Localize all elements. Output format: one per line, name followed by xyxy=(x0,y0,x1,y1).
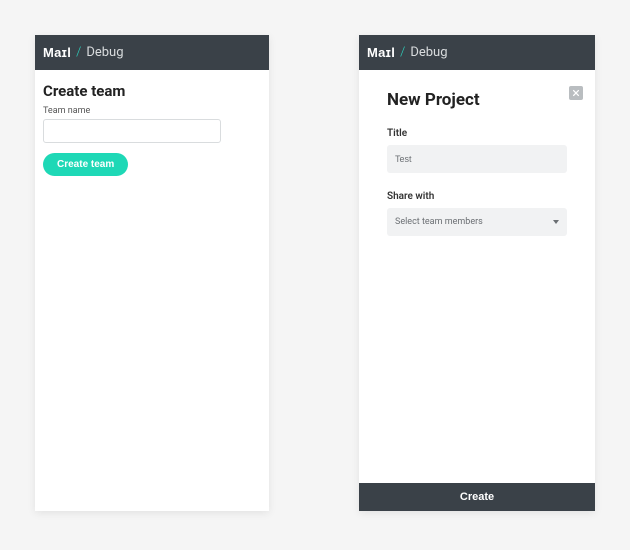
chevron-down-icon xyxy=(553,220,559,224)
new-project-content: New Project Title Share with Select team… xyxy=(359,70,595,483)
brand-separator: / xyxy=(76,45,81,60)
brand-name: Maɪl xyxy=(367,45,395,60)
dropdown-placeholder: Select team members xyxy=(395,217,483,227)
app-header: Maɪl / Debug xyxy=(35,35,269,70)
team-name-label: Team name xyxy=(43,106,261,116)
project-title-input[interactable] xyxy=(387,145,567,173)
brand-name: Maɪl xyxy=(43,45,71,60)
new-project-panel: Maɪl / Debug New Project Title Share wit… xyxy=(359,35,595,511)
brand-separator: / xyxy=(400,45,405,60)
brand-sub: Debug xyxy=(86,45,123,60)
app-header: Maɪl / Debug xyxy=(359,35,595,70)
brand-sub: Debug xyxy=(410,45,447,60)
create-project-button[interactable]: Create xyxy=(359,483,595,511)
share-label: Share with xyxy=(387,191,567,202)
close-icon xyxy=(572,89,580,97)
create-team-panel: Maɪl / Debug Create team Team name Creat… xyxy=(35,35,269,511)
team-name-input[interactable] xyxy=(43,119,221,143)
create-team-content: Create team Team name Create team xyxy=(35,70,269,511)
share-with-dropdown[interactable]: Select team members xyxy=(387,208,567,236)
create-team-button[interactable]: Create team xyxy=(43,153,128,176)
close-button[interactable] xyxy=(569,86,583,100)
title-label: Title xyxy=(387,128,567,139)
page-title: Create team xyxy=(43,82,261,100)
modal-title: New Project xyxy=(387,90,567,110)
